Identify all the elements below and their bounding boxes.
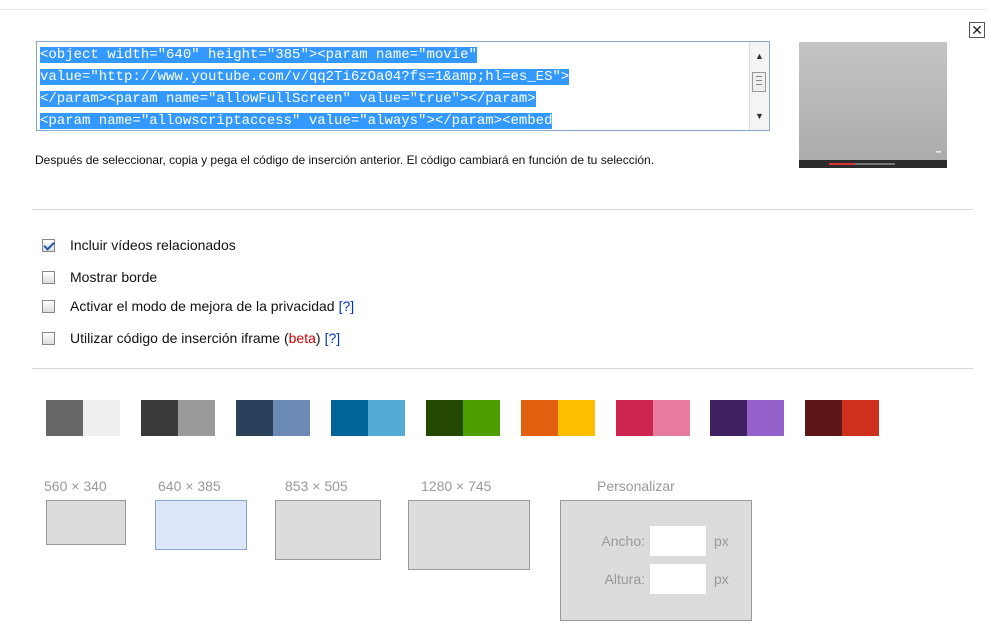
color-theme-swatch[interactable]	[236, 400, 310, 436]
color-theme-swatch[interactable]	[426, 400, 500, 436]
progress-buffered	[855, 163, 895, 165]
height-input[interactable]	[650, 564, 706, 594]
option-privacy-mode[interactable]: Activar el modo de mejora de la privacid…	[42, 297, 354, 315]
swatch-primary-color	[805, 400, 842, 436]
size-label-853: 853 × 505	[285, 478, 348, 494]
size-option-1280[interactable]	[408, 500, 530, 570]
code-line: <param name="allowscriptaccess" value="a…	[40, 113, 553, 129]
swatch-primary-color	[46, 400, 83, 436]
close-button[interactable]: ✕	[969, 22, 985, 38]
swatch-secondary-color	[463, 400, 500, 436]
beta-badge: beta	[288, 330, 316, 346]
custom-size-title: Personalizar	[597, 478, 675, 494]
privacy-help-link[interactable]: [?]	[339, 298, 355, 314]
player-controls-bar	[799, 160, 947, 168]
player-preview: ▪▪	[799, 42, 947, 168]
color-theme-swatch[interactable]	[331, 400, 405, 436]
color-theme-swatch[interactable]	[805, 400, 879, 436]
embed-code-text[interactable]: <object width="640" height="385"><param …	[40, 44, 745, 130]
swatch-secondary-color	[178, 400, 215, 436]
swatch-primary-color	[141, 400, 178, 436]
color-theme-swatch[interactable]	[521, 400, 595, 436]
divider	[32, 368, 973, 369]
checkbox-related-videos[interactable]	[42, 238, 55, 252]
youtube-logo-icon: ▪▪	[936, 149, 941, 156]
option-label: Activar el modo de mejora de la privacid…	[70, 298, 335, 314]
option-label: Utilizar código de inserción iframe (	[70, 330, 289, 346]
option-related-videos[interactable]: Incluir vídeos relacionados	[42, 236, 236, 254]
option-show-border[interactable]: Mostrar borde	[42, 268, 157, 286]
checkbox-iframe-code[interactable]	[42, 331, 55, 345]
code-line: </param><param name="allowFullScreen" va…	[40, 91, 536, 107]
swatch-primary-color	[331, 400, 368, 436]
width-unit: px	[714, 533, 729, 549]
progress-played	[829, 163, 855, 165]
swatch-secondary-color	[368, 400, 405, 436]
height-label: Altura:	[604, 571, 645, 587]
checkbox-privacy-mode[interactable]	[42, 299, 55, 313]
swatch-secondary-color	[273, 400, 310, 436]
option-label-close: )	[315, 330, 321, 346]
swatch-secondary-color	[83, 400, 120, 436]
code-scrollbar[interactable]: ▲ ▼	[749, 42, 769, 130]
height-unit: px	[714, 571, 729, 587]
scroll-thumb[interactable]	[752, 72, 766, 92]
checkbox-show-border[interactable]	[42, 270, 55, 284]
swatch-secondary-color	[653, 400, 690, 436]
color-theme-swatch[interactable]	[46, 400, 120, 436]
swatch-primary-color	[521, 400, 558, 436]
size-label-640: 640 × 385	[158, 478, 221, 494]
color-theme-swatch[interactable]	[710, 400, 784, 436]
size-label-560: 560 × 340	[44, 478, 107, 494]
color-theme-swatch[interactable]	[141, 400, 215, 436]
custom-height-row: Altura: px	[561, 564, 729, 594]
custom-width-row: Ancho: px	[561, 526, 729, 556]
swatch-primary-color	[426, 400, 463, 436]
swatch-primary-color	[616, 400, 653, 436]
swatch-primary-color	[710, 400, 747, 436]
size-label-1280: 1280 × 745	[421, 478, 492, 494]
close-icon: ✕	[971, 22, 983, 38]
option-label: Incluir vídeos relacionados	[70, 237, 236, 253]
scroll-up-arrow-icon[interactable]: ▲	[750, 48, 769, 64]
panel-top-border	[0, 9, 987, 10]
code-line: value="http://www.youtube.com/v/qq2Ti6zO…	[40, 69, 570, 85]
embed-options-panel: ✕ <object width="640" height="385"><para…	[0, 0, 987, 446]
code-line: <object width="640" height="385"><param …	[40, 47, 477, 63]
width-input[interactable]	[650, 526, 706, 556]
embed-code-textarea[interactable]: <object width="640" height="385"><param …	[36, 41, 770, 131]
divider	[32, 209, 973, 210]
size-option-560[interactable]	[46, 500, 126, 545]
option-iframe-code[interactable]: Utilizar código de inserción iframe (bet…	[42, 329, 340, 347]
size-option-640[interactable]	[155, 500, 247, 550]
width-label: Ancho:	[601, 533, 645, 549]
copy-instructions: Después de seleccionar, copia y pega el …	[35, 153, 655, 167]
swatch-secondary-color	[747, 400, 784, 436]
swatch-secondary-color	[842, 400, 879, 436]
option-label: Mostrar borde	[70, 269, 158, 285]
swatch-primary-color	[236, 400, 273, 436]
size-option-853[interactable]	[275, 500, 381, 560]
swatch-secondary-color	[558, 400, 595, 436]
scroll-down-arrow-icon[interactable]: ▼	[750, 108, 769, 124]
color-theme-swatch[interactable]	[616, 400, 690, 436]
iframe-help-link[interactable]: [?]	[325, 330, 341, 346]
size-option-custom[interactable]: Ancho: px Altura: px	[560, 500, 752, 621]
